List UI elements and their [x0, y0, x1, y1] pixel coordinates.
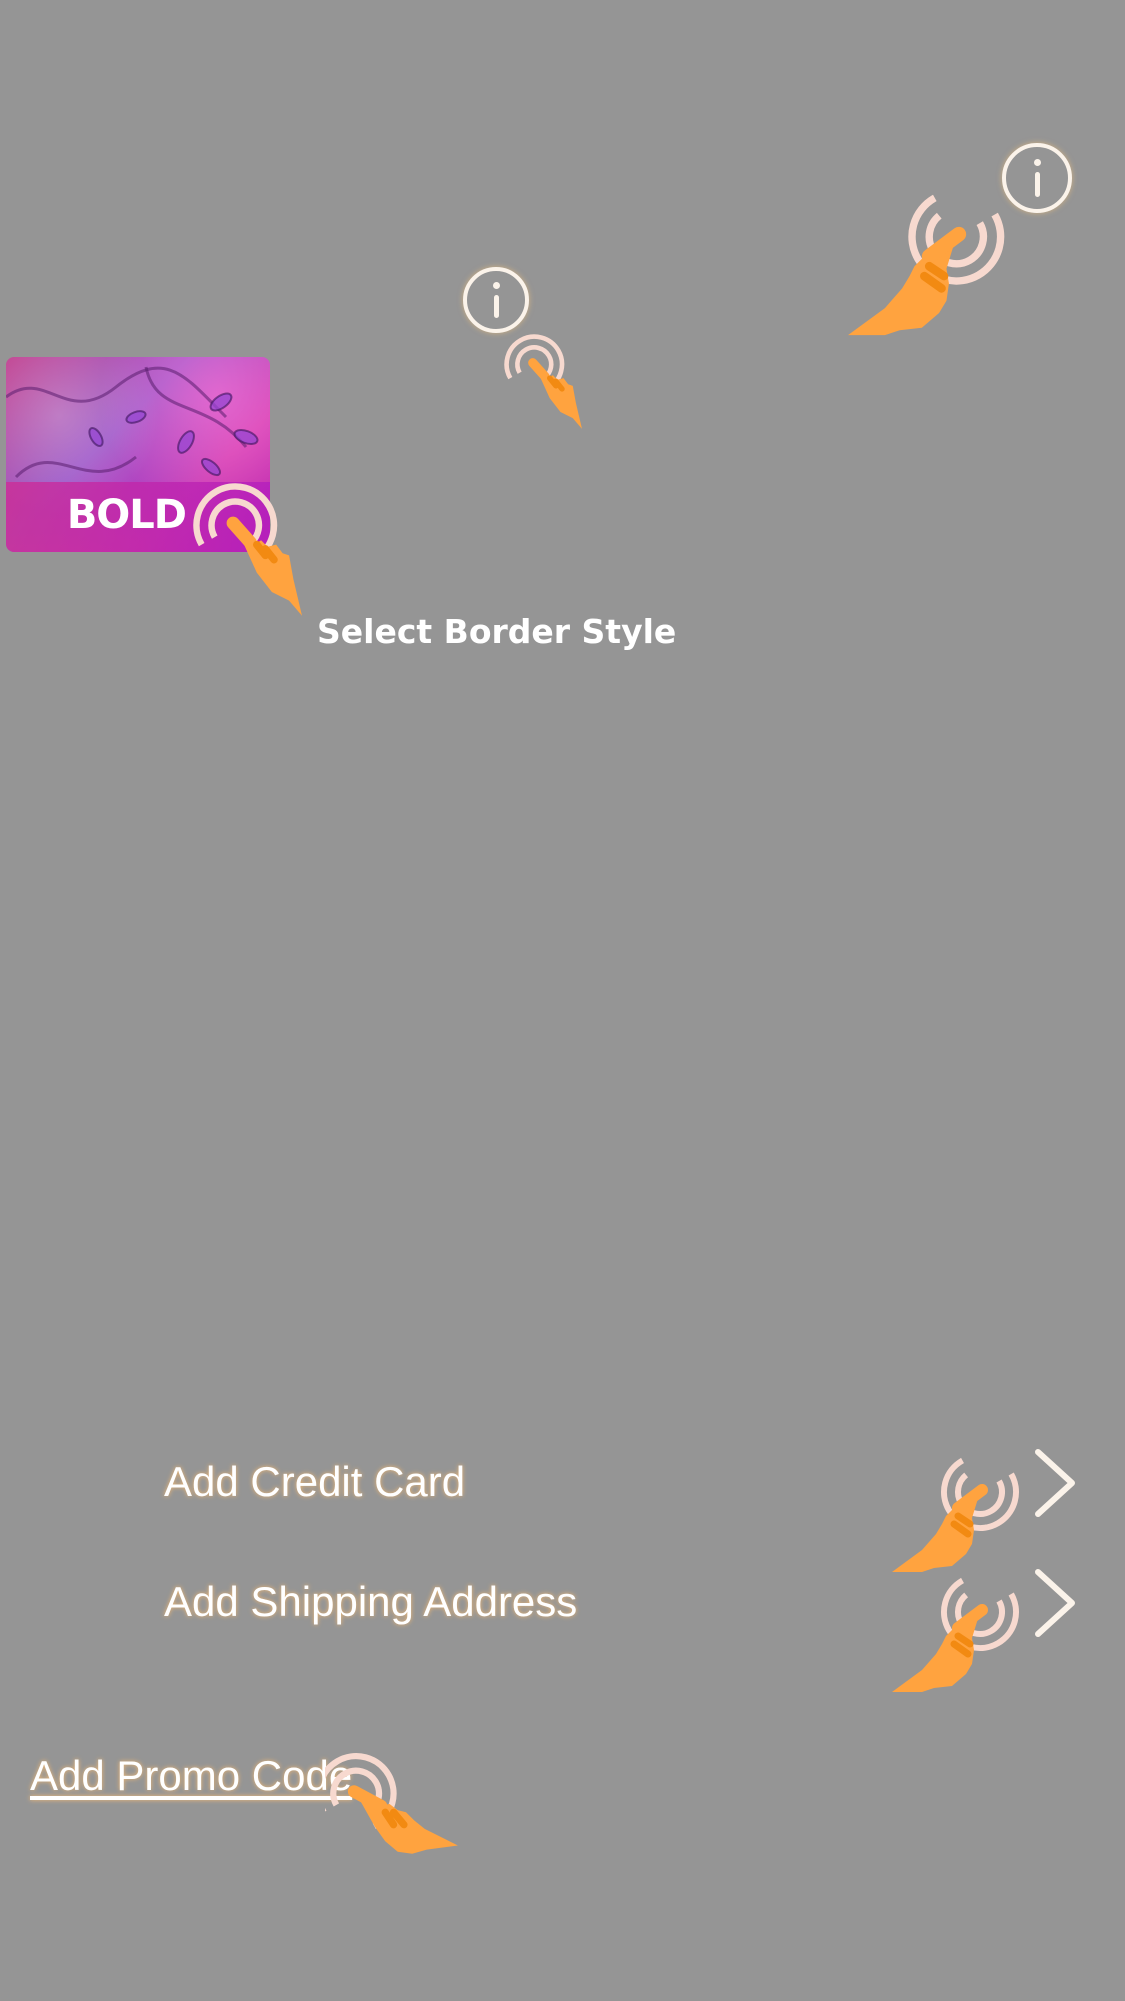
info-icon[interactable]	[1002, 143, 1072, 213]
card-style-label: BOLD	[66, 492, 187, 538]
chevron-right-icon[interactable]	[1030, 1568, 1080, 1638]
chevron-right-icon[interactable]	[1030, 1448, 1080, 1518]
tap-hand-icon	[325, 1752, 460, 1887]
tap-hand-icon	[190, 475, 330, 625]
tap-hand-icon	[848, 185, 1008, 345]
border-style-title: Select Border Style	[317, 612, 677, 651]
add-shipping-address-label: Add Shipping Address	[164, 1578, 578, 1625]
add-credit-card-label: Add Credit Card	[164, 1458, 466, 1505]
card-info-icon[interactable]	[463, 267, 529, 333]
tap-hand-icon	[892, 1570, 1022, 1700]
tap-hand-icon	[502, 332, 602, 432]
add-promo-code-link[interactable]: Add Promo Code	[30, 1752, 352, 1800]
tap-hand-icon	[892, 1450, 1022, 1580]
